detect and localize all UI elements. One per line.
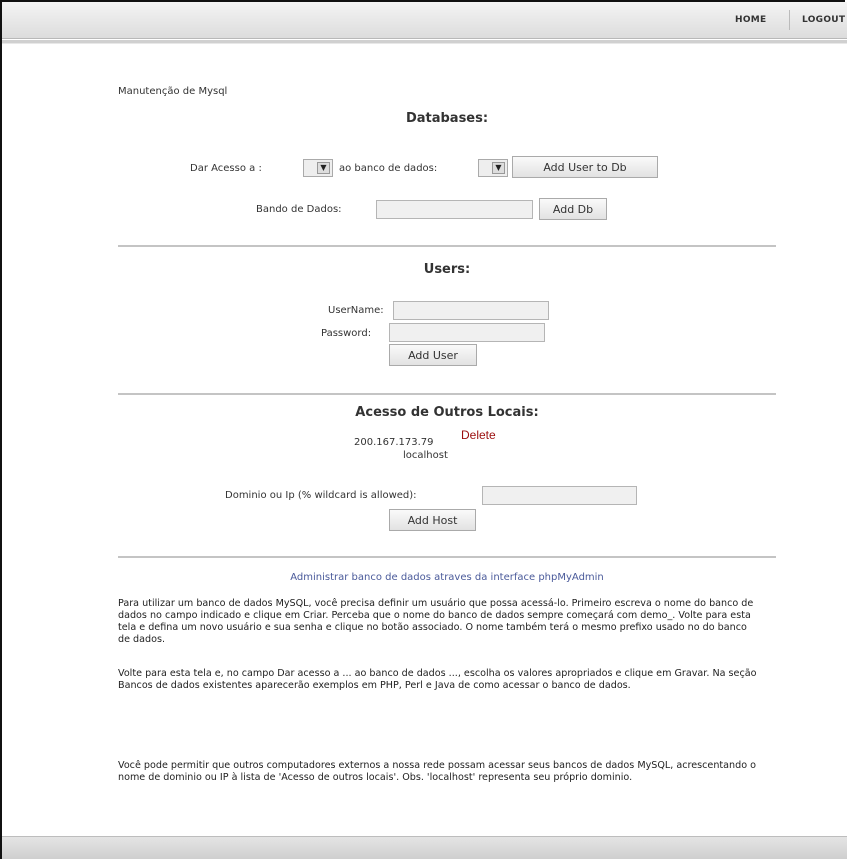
host-input-label: Dominio ou Ip (% wildcard is allowed): — [225, 490, 417, 501]
password-input[interactable] — [389, 323, 545, 342]
chevron-down-icon: ▼ — [492, 162, 505, 174]
grant-access-label: Dar Acesso a : — [190, 163, 262, 174]
host-input[interactable] — [482, 486, 637, 505]
database-name-input[interactable] — [376, 200, 533, 219]
add-user-button[interactable]: Add User — [389, 344, 477, 366]
help-paragraph: Para utilizar um banco de dados MySQL, v… — [118, 598, 754, 645]
username-label: UserName: — [328, 305, 384, 316]
phpmyadmin-link[interactable]: Administrar banco de dados atraves da in… — [118, 572, 776, 583]
section-divider — [118, 245, 776, 247]
add-user-to-db-button[interactable]: Add User to Db — [512, 156, 658, 178]
host-entry: 200.167.173.79 — [354, 437, 434, 448]
help-paragraph: Você pode permitir que outros computador… — [118, 760, 757, 783]
bottom-bar — [2, 836, 847, 859]
top-nav-bar: HOME LOGOUT — [2, 2, 847, 39]
username-input[interactable] — [393, 301, 549, 320]
delete-host-link[interactable]: Delete — [461, 428, 496, 442]
users-section-title: Users: — [423, 262, 471, 277]
grant-database-label: ao banco de dados: — [339, 163, 438, 174]
topbar-divider — [2, 40, 847, 44]
chevron-down-icon: ▼ — [317, 162, 330, 174]
hosts-section-title: Acesso de Outros Locais: — [355, 405, 539, 420]
add-host-button[interactable]: Add Host — [389, 509, 476, 531]
grant-user-select[interactable]: ▼ — [303, 159, 333, 177]
nav-separator — [789, 10, 790, 30]
section-divider — [118, 393, 776, 395]
databases-section-title: Databases: — [405, 111, 489, 126]
page-frame — [0, 0, 845, 859]
host-entry: localhost — [403, 450, 448, 461]
nav-home-link[interactable]: HOME — [735, 2, 767, 38]
nav-logout-link[interactable]: LOGOUT — [802, 2, 845, 38]
section-divider — [118, 556, 776, 558]
password-label: Password: — [321, 328, 372, 339]
add-db-button[interactable]: Add Db — [539, 198, 607, 220]
help-paragraph: Volte para esta tela e, no campo Dar ace… — [118, 668, 757, 691]
page-title: Manutenção de Mysql — [118, 86, 228, 97]
database-name-label: Bando de Dados: — [256, 204, 342, 215]
grant-database-select[interactable]: ▼ — [478, 159, 508, 177]
